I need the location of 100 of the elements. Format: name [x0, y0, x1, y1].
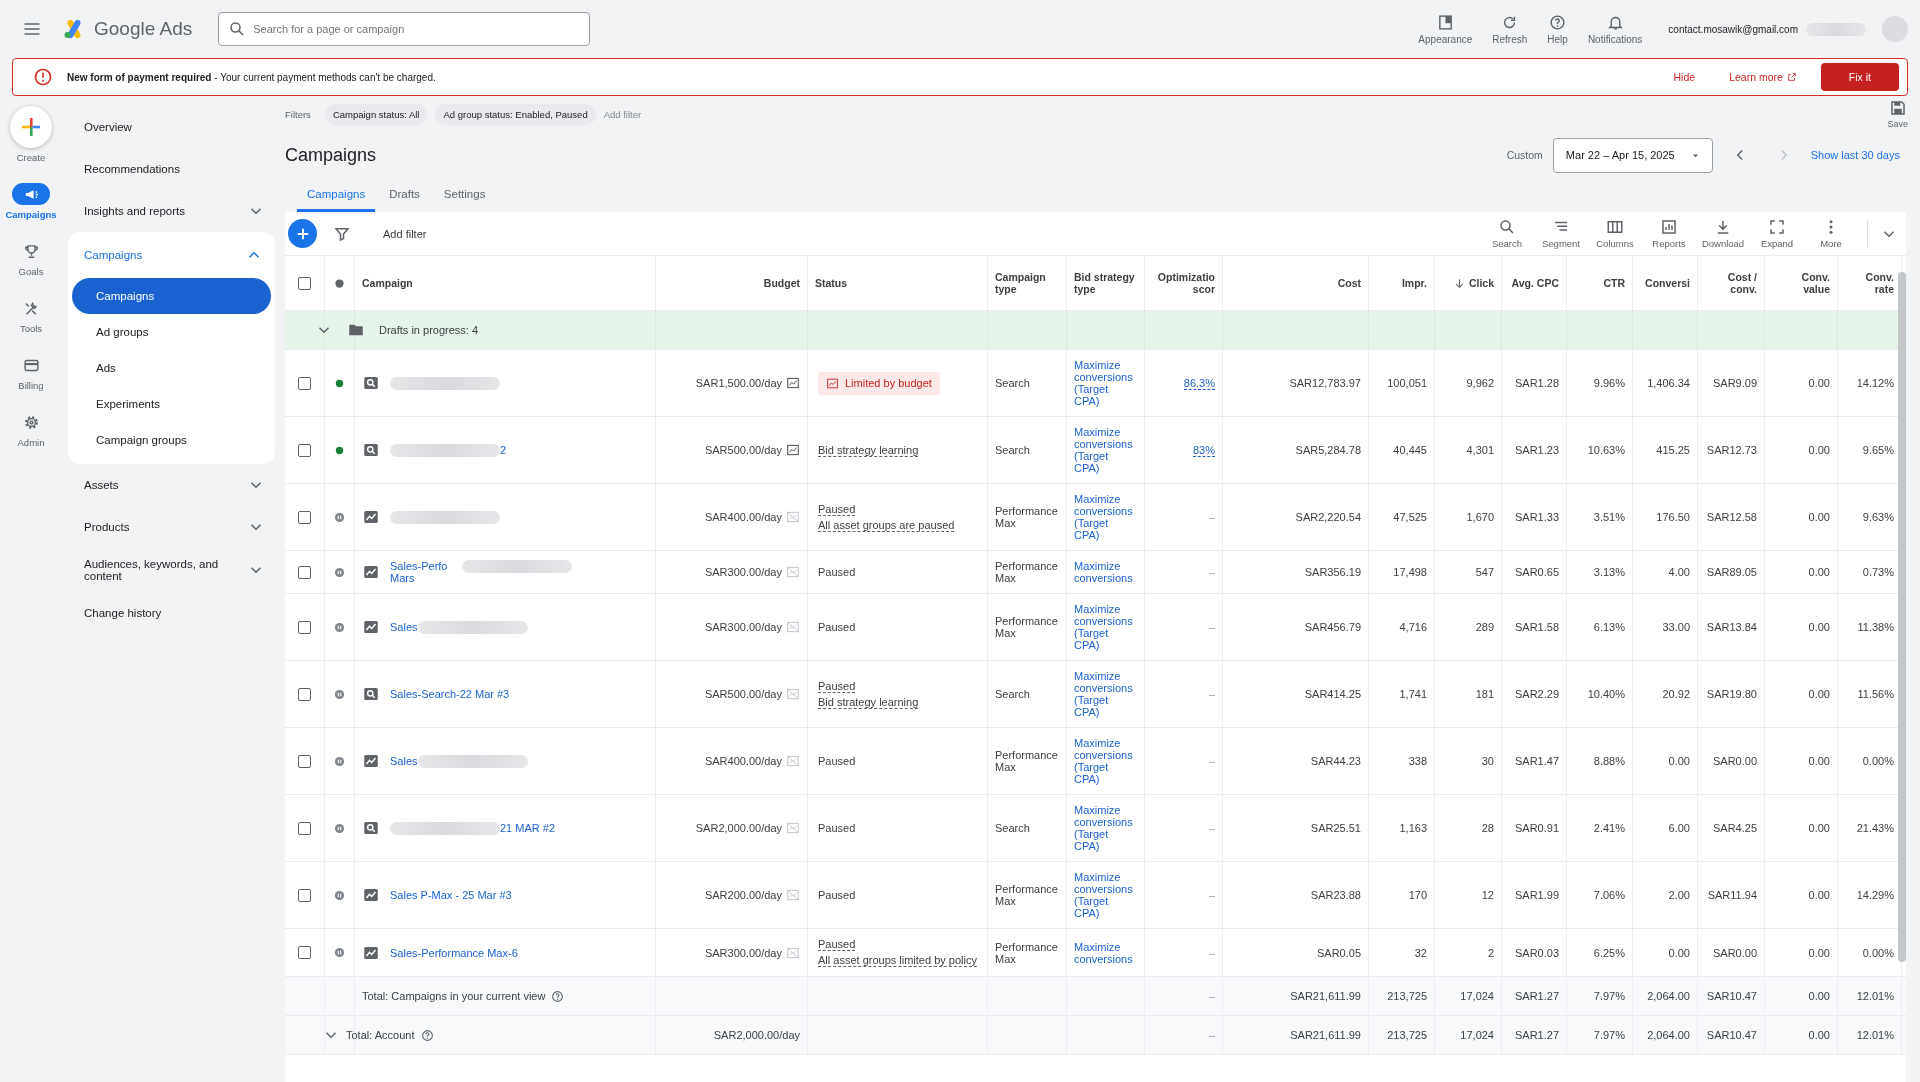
add-button[interactable] — [288, 219, 317, 248]
nav-subitem[interactable]: Campaign groups — [72, 422, 271, 458]
row-checkbox[interactable] — [298, 687, 311, 701]
save-icon[interactable] — [1888, 99, 1907, 117]
bid-strategy-link[interactable]: Maximize conversions — [1074, 940, 1136, 965]
rail-label[interactable]: Tools — [19, 323, 43, 334]
chart-icon[interactable] — [786, 443, 800, 457]
campaign-link[interactable]: Sales-Performance Max-6 — [390, 946, 518, 959]
search-field[interactable]: Search for a page or campaign — [218, 12, 591, 46]
campaign-link[interactable]: Sales-Perfo Mars — [390, 560, 462, 584]
create-button[interactable] — [10, 106, 52, 148]
bid-strategy-link[interactable]: Maximize conversions (Target CPA) — [1074, 804, 1136, 852]
row-checkbox[interactable] — [298, 620, 311, 634]
nav-item[interactable]: Audiences, keywords, and content — [62, 548, 285, 592]
show-last-30-days-link[interactable]: Show last 30 days — [1810, 149, 1900, 161]
hide-link[interactable]: Hide — [1673, 71, 1696, 83]
status-text[interactable]: Paused — [818, 679, 856, 693]
bar-chart-icon[interactable] — [1660, 218, 1678, 236]
campaign-link[interactable]: Sales P-Max - 25 Mar #3 — [390, 889, 512, 901]
column-header[interactable]: Cost / conv. — [1705, 271, 1757, 295]
nav-subitem[interactable]: Campaigns — [72, 278, 271, 314]
columns-icon[interactable] — [1606, 218, 1624, 236]
filter-chip[interactable]: Campaign status: All — [324, 103, 428, 125]
nav-item[interactable]: Insights and reports — [62, 190, 285, 232]
learn-more-link[interactable]: Learn more — [1729, 71, 1797, 83]
bid-strategy-link[interactable]: Maximize conversions (Target CPA) — [1074, 737, 1136, 785]
nav-item[interactable]: Campaigns — [68, 232, 275, 278]
scrollbar[interactable] — [1898, 272, 1906, 962]
nav-item[interactable]: Products — [62, 506, 285, 548]
nav-item[interactable]: Overview — [62, 106, 285, 148]
select-all-checkbox[interactable] — [298, 276, 311, 290]
date-range-dropdown[interactable]: Mar 22 – Apr 15, 2025 — [1552, 137, 1713, 173]
bid-strategy-link[interactable]: Maximize conversions — [1074, 560, 1136, 584]
column-header[interactable]: Status — [815, 277, 848, 289]
nav-subitem[interactable]: Ad groups — [72, 314, 271, 350]
status-text[interactable]: Bid strategy learning — [818, 695, 919, 709]
campaign-link[interactable]: 21 MAR #2 — [500, 822, 556, 834]
help-button[interactable]: Help — [1541, 13, 1574, 45]
score-link[interactable]: 83% — [1192, 443, 1215, 457]
row-checkbox[interactable] — [298, 443, 311, 457]
bid-strategy-link[interactable]: Maximize conversions (Target CPA) — [1074, 359, 1136, 407]
plus-icon[interactable] — [19, 115, 43, 139]
row-checkbox[interactable] — [298, 946, 311, 959]
row-checkbox[interactable] — [298, 821, 311, 835]
help-icon[interactable] — [551, 989, 565, 1003]
row-checkbox[interactable] — [298, 754, 311, 768]
row-checkbox[interactable] — [298, 510, 311, 524]
rail-label[interactable]: Create — [16, 152, 46, 163]
column-header[interactable]: Conversi — [1645, 277, 1690, 289]
appearance-button[interactable]: Appearance — [1412, 13, 1479, 45]
expand-icon[interactable] — [1768, 218, 1786, 236]
column-header[interactable]: Impr. — [1401, 277, 1427, 289]
campaign-link[interactable]: Sales-Search-22 Mar #3 — [390, 688, 510, 700]
bid-strategy-link[interactable]: Maximize conversions (Target CPA) — [1074, 871, 1136, 919]
nav-subitem[interactable]: Experiments — [72, 386, 271, 422]
campaign-link[interactable]: Sales — [390, 621, 418, 633]
more-tool-button[interactable]: More — [1807, 218, 1855, 249]
status-text[interactable]: All asset groups limited by policy — [818, 954, 977, 967]
refresh-button[interactable]: Refresh — [1486, 13, 1534, 45]
bid-strategy-link[interactable]: Maximize conversions (Target CPA) — [1074, 670, 1136, 718]
appearance-icon[interactable] — [1436, 13, 1454, 31]
column-header[interactable]: Click — [1452, 276, 1494, 290]
tab[interactable]: Settings — [433, 178, 496, 212]
column-header[interactable]: CTR — [1603, 277, 1625, 289]
column-header[interactable]: Optimizatio scor — [1152, 271, 1215, 295]
rail-label[interactable]: Campaigns — [5, 209, 57, 220]
save-button[interactable]: Save — [1887, 99, 1908, 129]
external-link-icon[interactable] — [1786, 72, 1797, 82]
reports-tool-button[interactable]: Reports — [1645, 218, 1693, 249]
fix-it-button[interactable]: Fix it — [1820, 63, 1899, 91]
campaign-link[interactable]: 2 — [500, 444, 507, 456]
status-text[interactable]: Paused — [818, 938, 856, 951]
nav-subitem[interactable]: Ads — [72, 350, 271, 386]
column-header[interactable]: Cost — [1337, 277, 1361, 289]
megaphone-icon[interactable] — [12, 183, 50, 205]
bell-button[interactable]: Notifications — [1581, 13, 1649, 45]
add-filter-link[interactable]: Add filter — [603, 108, 642, 120]
column-header[interactable]: Campaign type — [995, 271, 1059, 295]
status-text[interactable]: All asset groups are paused — [818, 518, 955, 532]
nav-item[interactable]: Recommendations — [62, 148, 285, 190]
nav-item[interactable]: Change history — [62, 592, 285, 634]
help-icon[interactable] — [1549, 13, 1567, 31]
rail-label[interactable]: Admin — [17, 437, 45, 448]
rail-label[interactable]: Goals — [18, 266, 44, 277]
column-header[interactable]: Avg. CPC — [1511, 277, 1559, 289]
row-checkbox[interactable] — [298, 376, 311, 390]
help-icon[interactable] — [420, 1028, 434, 1042]
filter-chip[interactable]: Ad group status: Enabled, Paused — [435, 103, 596, 125]
bid-strategy-link[interactable]: Maximize conversions (Target CPA) — [1074, 426, 1136, 474]
nav-item[interactable]: Assets — [62, 464, 285, 506]
download-tool-button[interactable]: Download — [1699, 218, 1747, 249]
column-header[interactable]: Campaign — [362, 277, 413, 289]
status-text[interactable]: Paused — [818, 502, 856, 516]
bid-strategy-link[interactable]: Maximize conversions (Target CPA) — [1074, 603, 1136, 651]
status-text[interactable]: Bid strategy learning — [818, 443, 919, 457]
rail-label[interactable]: Billing — [18, 380, 44, 391]
column-header[interactable]: Budget — [763, 277, 800, 289]
search-icon[interactable] — [1498, 218, 1516, 236]
column-header[interactable]: Conv. value — [1772, 271, 1830, 295]
limited-status-badge[interactable]: Limited by budget — [818, 371, 940, 395]
